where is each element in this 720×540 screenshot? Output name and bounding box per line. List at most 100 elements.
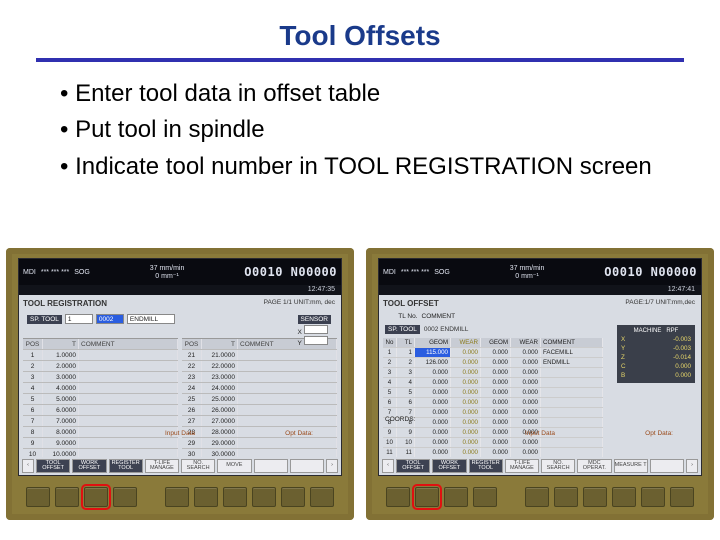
softkey-next[interactable]: ›	[326, 459, 338, 473]
cell-comment	[79, 350, 178, 360]
softkey-search[interactable]: NO. SEARCH	[541, 459, 575, 473]
table-row[interactable]: 8 8.0000	[23, 427, 178, 438]
table-row[interactable]: 6 6.0000	[23, 405, 178, 416]
hw-button[interactable]	[386, 487, 410, 507]
slide: Tool Offsets Enter tool data in offset t…	[0, 0, 720, 540]
table-row[interactable]: 10 10 0.000 0.000 0.000 0.000	[383, 438, 603, 448]
softkey-register-tool[interactable]: REGISTER TOOL	[469, 459, 503, 473]
col-tool: T	[202, 339, 238, 349]
softkey-tool-offset[interactable]: TOOL OFFSET	[36, 459, 70, 473]
hw-button[interactable]	[252, 487, 276, 507]
table-row[interactable]: 4 4 0.000 0.000 0.000 0.000	[383, 378, 603, 388]
hw-button[interactable]	[194, 487, 218, 507]
hw-button[interactable]	[310, 487, 334, 507]
table-row[interactable]: 3 3 0.000 0.000 0.000 0.000	[383, 368, 603, 378]
table-row[interactable]: 2 2 126.000 0.000 0.000 0.000 ENDMILL	[383, 358, 603, 368]
status-dots: *** *** ***	[41, 269, 69, 276]
softkey-prev[interactable]: ‹	[382, 459, 394, 473]
table-row[interactable]: 3 3.0000	[23, 372, 178, 383]
cell-no: 3	[383, 368, 397, 377]
cell-no: 5	[383, 388, 397, 397]
table-row[interactable]: 6 6 0.000 0.000 0.000 0.000	[383, 398, 603, 408]
hw-button[interactable]	[444, 487, 468, 507]
hw-button-highlighted[interactable]	[84, 487, 108, 507]
table-row[interactable]: 9 9 0.000 0.000 0.000 0.000	[383, 428, 603, 438]
hw-button[interactable]	[583, 487, 607, 507]
sp-tool-field2[interactable]: 0002	[96, 314, 124, 324]
cell-rgeom: 0.000	[481, 358, 511, 367]
hw-button[interactable]	[113, 487, 137, 507]
table-row[interactable]: 22 22.0000	[182, 361, 337, 372]
sog-label: SOG	[434, 269, 450, 276]
table-row[interactable]: 25 25.0000	[182, 394, 337, 405]
table-row[interactable]: 26 26.0000	[182, 405, 337, 416]
hw-button[interactable]	[670, 487, 694, 507]
sp-tool-comment[interactable]: ENDMILL	[127, 314, 175, 324]
table-row[interactable]: 23 23.0000	[182, 372, 337, 383]
table-row[interactable]: 8 8 0.000 0.000 0.000 0.000	[383, 418, 603, 428]
crt-body: TOOL REGISTRATION PAGE 1/1 UNIT:mm, dec …	[19, 295, 341, 457]
offset-header: x TL No. COMMENT	[385, 312, 697, 321]
hw-button[interactable]	[55, 487, 79, 507]
cell-pos: 24	[182, 383, 202, 393]
hw-button[interactable]	[612, 487, 636, 507]
hw-button[interactable]	[26, 487, 50, 507]
softkey-blank[interactable]	[290, 459, 324, 473]
softkey-blank[interactable]	[254, 459, 288, 473]
table-row[interactable]: 21 21.0000	[182, 350, 337, 361]
cell-tl: 11	[397, 448, 415, 457]
screenshots-row: MDI *** *** *** SOG 37 mm/min 0 mm⁻¹ O00…	[0, 248, 720, 520]
hw-button[interactable]	[473, 487, 497, 507]
program-number: O0010 N00000	[244, 265, 337, 279]
table-row[interactable]: 2 2.0000	[23, 361, 178, 372]
softkey-tlife[interactable]: T-LIFE MANAGE	[505, 459, 539, 473]
table-row[interactable]: 7 7 0.000 0.000 0.000 0.000	[383, 408, 603, 418]
hw-button[interactable]	[554, 487, 578, 507]
table-row[interactable]: 5 5.0000	[23, 394, 178, 405]
hw-button-highlighted[interactable]	[415, 487, 439, 507]
table-row[interactable]: 7 7.0000	[23, 416, 178, 427]
table-row[interactable]: 29 29.0000	[182, 438, 337, 449]
sog-label: SOG	[74, 269, 90, 276]
col-rgeom: GEOM	[481, 338, 511, 347]
hw-button[interactable]	[281, 487, 305, 507]
cell-comment	[541, 418, 603, 427]
cell-pos: 21	[182, 350, 202, 360]
cell-comment	[238, 372, 337, 382]
crt-time: 12:47:41	[379, 285, 701, 295]
sp-tool-label: SP. TOOL	[385, 325, 420, 334]
softkey-work-offset[interactable]: WORK OFFSET	[432, 459, 466, 473]
table-row[interactable]: 27 27.0000	[182, 416, 337, 427]
monitor-left: MDI *** *** *** SOG 37 mm/min 0 mm⁻¹ O00…	[6, 248, 354, 520]
sp-tool-row: SP. TOOL 1 0002 ENDMILL	[27, 314, 337, 324]
table-row[interactable]: 5 5 0.000 0.000 0.000 0.000	[383, 388, 603, 398]
table-row[interactable]: 24 24.0000	[182, 383, 337, 394]
hw-button[interactable]	[525, 487, 549, 507]
softkey-blank[interactable]	[650, 459, 684, 473]
table-row[interactable]: 1 1 115.000 0.000 0.000 0.000 FACEMILL	[383, 348, 603, 358]
softkey-search[interactable]: NO. SEARCH	[181, 459, 215, 473]
table-row[interactable]: 1 1.0000	[23, 350, 178, 361]
table-row[interactable]: 4 4.0000	[23, 383, 178, 394]
axis-y-val: -0.003	[673, 344, 691, 353]
hw-button[interactable]	[165, 487, 189, 507]
cell-wear: 0.000	[451, 388, 481, 397]
cell-pos: 27	[182, 416, 202, 426]
softkey-prev[interactable]: ‹	[22, 459, 34, 473]
cell-wear: 0.000	[451, 358, 481, 367]
softkey-work-offset[interactable]: WORK OFFSET	[72, 459, 106, 473]
hw-button[interactable]	[641, 487, 665, 507]
softkey-register-tool[interactable]: REGISTER TOOL	[109, 459, 143, 473]
softkey-mdc[interactable]: MDC OPERAT.	[577, 459, 611, 473]
softkey-move[interactable]: MOVE	[217, 459, 251, 473]
hw-button[interactable]	[223, 487, 247, 507]
table-row[interactable]: 9 9.0000	[23, 438, 178, 449]
reg-col-right: POS T COMMENT 21 21.0000 22 22.0000 23 2…	[182, 338, 337, 460]
softkey-tool-offset[interactable]: TOOL OFFSET	[396, 459, 430, 473]
softkey-tlife[interactable]: T-LIFE MANAGE	[145, 459, 179, 473]
reg-col-left: POS T COMMENT 1 1.0000 2 2.0000 3 3.0000…	[23, 338, 178, 460]
sp-tool-field1[interactable]: 1	[65, 314, 93, 324]
softkey-next[interactable]: ›	[686, 459, 698, 473]
softkey-measure[interactable]: MEASURE T	[614, 459, 648, 473]
table-row[interactable]: 28 28.0000	[182, 427, 337, 438]
